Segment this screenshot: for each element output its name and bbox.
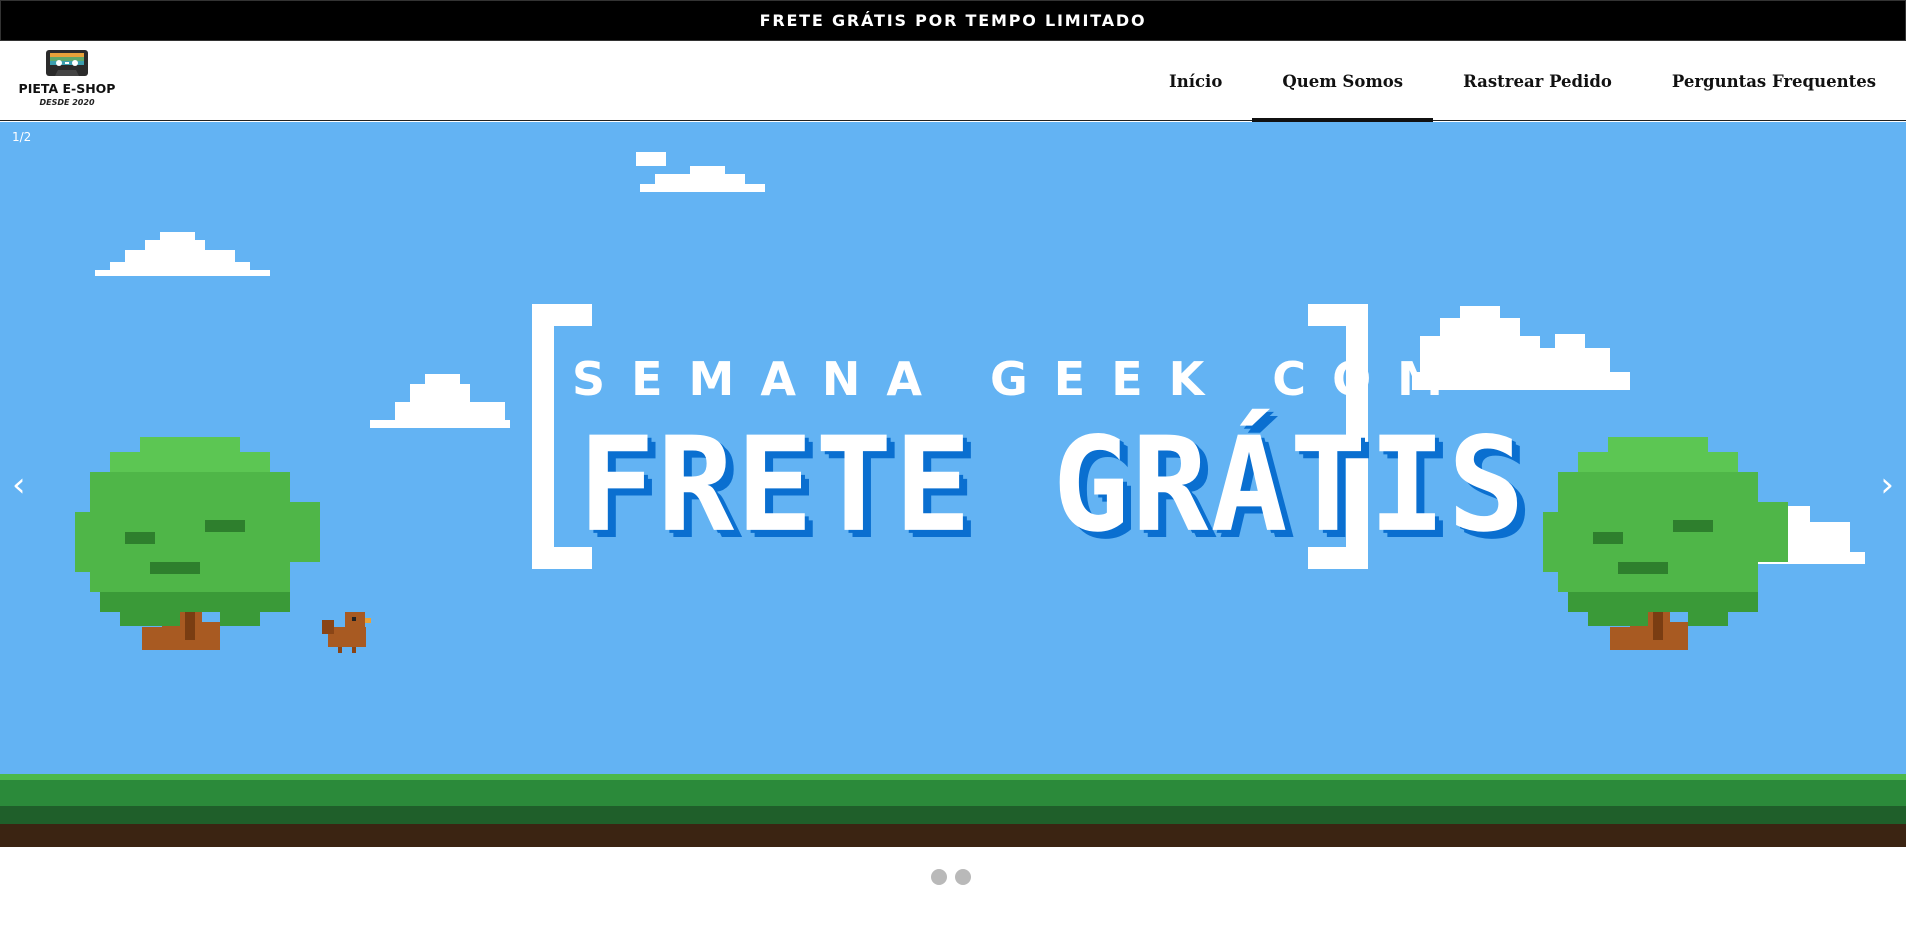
site-header: PIETA E-SHOP DESDE 2020 Início Quem Somo… [0, 41, 1906, 122]
slider-dots [931, 869, 971, 885]
nav-item-inicio[interactable]: Início [1139, 41, 1252, 121]
slide-counter: 1/2 [12, 130, 32, 144]
banner-headline-main: FRETE GRÁTIS [578, 409, 1527, 562]
nav-item-rastrear-pedido[interactable]: Rastrear Pedido [1433, 41, 1642, 121]
promo-text: FRETE GRÁTIS POR TEMPO LIMITADO [759, 11, 1147, 30]
nav-item-quem-somos[interactable]: Quem Somos [1252, 41, 1433, 122]
main-nav: Início Quem Somos Rastrear Pedido Pergun… [1139, 41, 1906, 122]
tree-left [75, 437, 320, 650]
soil [0, 824, 1906, 847]
next-slide-button[interactable]: › [1880, 468, 1894, 502]
hero-slider: 1/2 SEMANA GEEK COM FRETE GRÁTIS ‹ › [0, 122, 1906, 847]
slide-dot-1[interactable] [931, 869, 947, 885]
grass-dark [0, 806, 1906, 824]
logo-name: PIETA E-SHOP [18, 81, 116, 96]
prev-slide-button[interactable]: ‹ [12, 468, 26, 502]
promo-bar: FRETE GRÁTIS POR TEMPO LIMITADO [0, 0, 1906, 41]
cloud [636, 152, 765, 192]
cassette-icon [46, 50, 88, 76]
nav-item-perguntas-frequentes[interactable]: Perguntas Frequentes [1642, 41, 1906, 121]
cloud [370, 374, 510, 428]
slide-dot-2[interactable] [955, 869, 971, 885]
grass-top [0, 774, 1906, 780]
logo[interactable]: PIETA E-SHOP DESDE 2020 [18, 47, 116, 113]
cloud [95, 232, 270, 276]
tree-right [1543, 437, 1788, 650]
chicken-sprite [322, 612, 371, 653]
grass [0, 780, 1906, 806]
banner-headline-top: SEMANA GEEK COM [572, 352, 1469, 406]
logo-since: DESDE 2020 [39, 98, 95, 107]
